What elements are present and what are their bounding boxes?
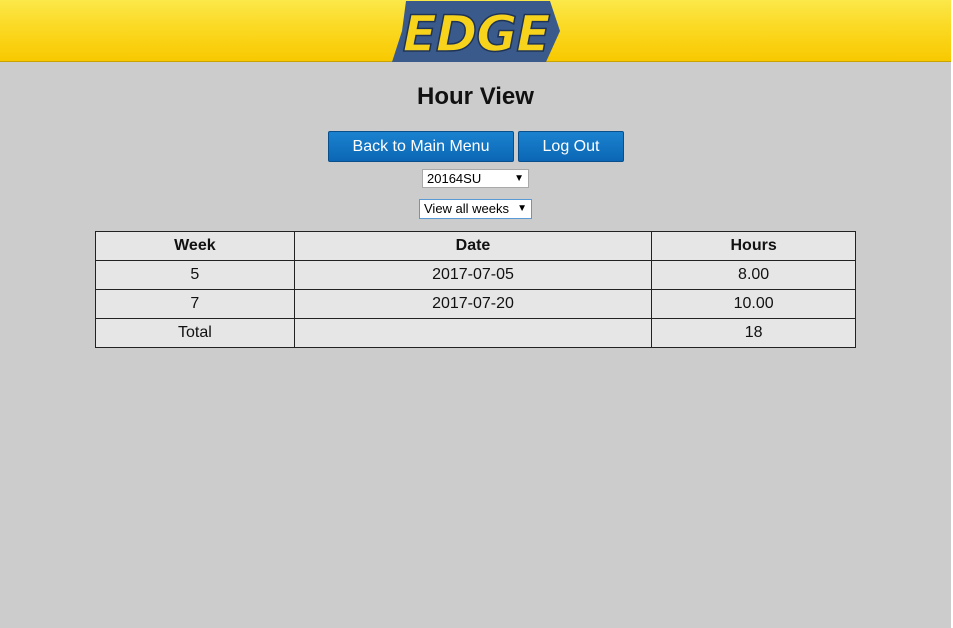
week-cell: 7	[95, 289, 295, 319]
logo-text: EDGE	[403, 5, 551, 62]
table-row: 7 2017-07-20 10.00	[95, 289, 856, 319]
back-to-main-menu-button[interactable]: Back to Main Menu	[328, 131, 514, 162]
total-label-cell: Total	[95, 318, 295, 348]
hours-table: Week Date Hours 5 2017-07-05 8.00 7 2017…	[95, 231, 856, 348]
dropdown-arrow-icon: ▼	[514, 173, 524, 184]
top-banner: EDGE	[0, 0, 951, 62]
total-hours-cell: 18	[651, 318, 856, 348]
date-cell: 2017-07-05	[293, 260, 653, 290]
page-title: Hour View	[417, 83, 534, 110]
column-header-week: Week	[95, 231, 295, 261]
week-select-value: View all weeks	[424, 201, 510, 216]
hours-cell: 8.00	[651, 260, 856, 290]
log-out-button[interactable]: Log Out	[518, 131, 624, 162]
term-select[interactable]: 20164SU ▼	[422, 169, 529, 188]
total-date-cell	[293, 318, 653, 348]
edge-logo: EDGE	[392, 1, 560, 62]
total-row: Total 18	[95, 318, 856, 348]
column-header-hours: Hours	[651, 231, 856, 261]
week-cell: 5	[95, 260, 295, 290]
table-header-row: Week Date Hours	[95, 231, 856, 261]
week-select[interactable]: View all weeks ▼	[419, 199, 532, 219]
hours-cell: 10.00	[651, 289, 856, 319]
table-row: 5 2017-07-05 8.00	[95, 260, 856, 290]
column-header-date: Date	[293, 231, 653, 261]
date-cell: 2017-07-20	[293, 289, 653, 319]
dropdown-arrow-icon: ▼	[517, 203, 527, 214]
term-select-value: 20164SU	[427, 171, 482, 186]
